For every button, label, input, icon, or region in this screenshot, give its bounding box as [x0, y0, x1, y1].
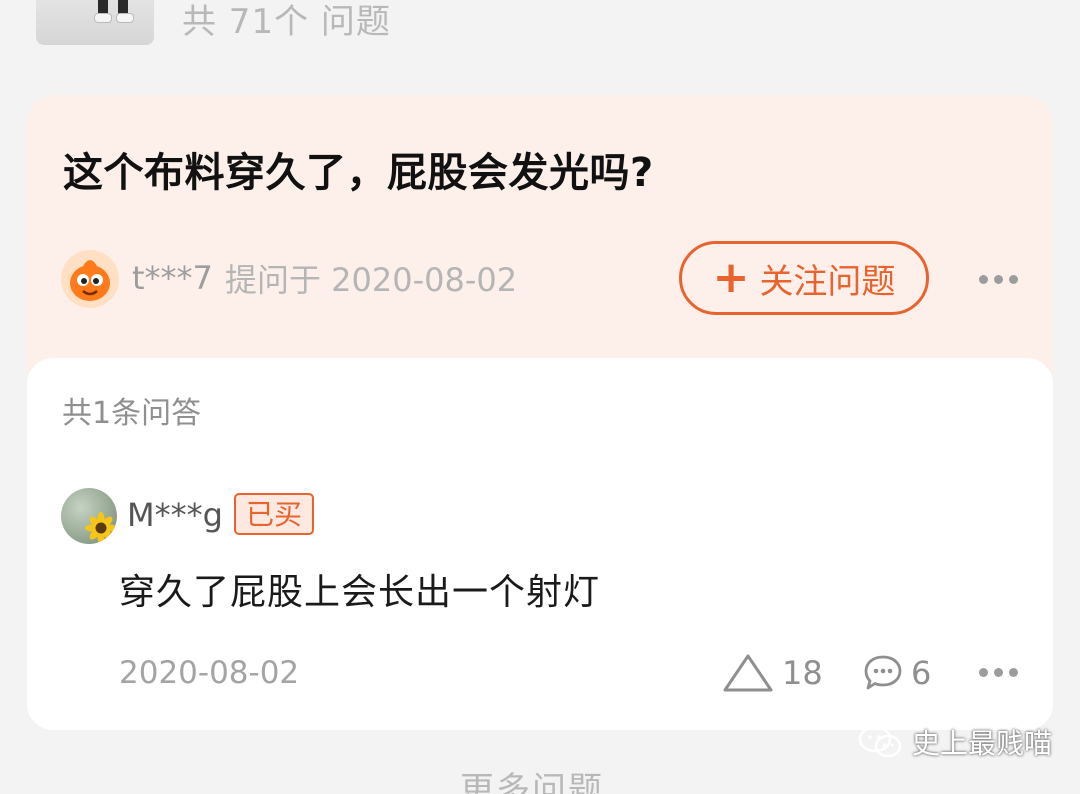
comment-button[interactable]: 6	[863, 651, 931, 695]
answer-date: 2020-08-02	[119, 655, 300, 691]
question-more-icon[interactable]	[979, 275, 1018, 284]
like-button[interactable]: 18	[722, 651, 823, 695]
asker-name[interactable]: t***7	[132, 254, 213, 302]
total-question-count[interactable]: 共 71个 问题	[182, 0, 391, 44]
follow-question-button[interactable]: + 关注问题	[679, 241, 929, 315]
answer-more-icon[interactable]	[979, 668, 1018, 677]
wechat-watermark: 史上最贱喵	[858, 722, 1052, 762]
wechat-icon	[858, 725, 902, 758]
mascot-avatar-icon	[61, 250, 119, 308]
comment-count: 6	[911, 654, 932, 692]
sunflower-icon	[85, 512, 117, 544]
answerer-avatar[interactable]	[61, 488, 117, 544]
triangle-like-icon	[723, 654, 773, 692]
product-thumbnail[interactable]	[36, 0, 154, 45]
asked-date: 提问于 2020-08-02	[225, 261, 518, 299]
answers-card: 共1条问答 M***g 已买 穿久了屁股上会长出一个射灯 2020-08-02	[27, 358, 1053, 730]
page: 共 71个 问题 这个布料穿久了，屁股会发光吗? t***7 提问于 2020-…	[0, 0, 1080, 794]
answerer-name[interactable]: M***g	[127, 492, 223, 538]
asker-avatar[interactable]	[61, 250, 119, 308]
answer-count: 共1条问答	[62, 396, 202, 431]
like-count: 18	[782, 654, 823, 692]
comment-bubble-icon	[864, 655, 902, 690]
follow-question-label: 关注问题	[759, 261, 896, 302]
purchased-badge: 已买	[234, 493, 315, 535]
question-title: 这个布料穿久了，屁股会发光吗?	[63, 150, 654, 196]
plus-icon: +	[712, 252, 750, 303]
more-questions-link[interactable]: 更多问题	[460, 768, 604, 794]
watermark-text: 史上最贱喵	[912, 727, 1053, 760]
question-card: 这个布料穿久了，屁股会发光吗? t***7 提问于 2020-08-02 + 关…	[27, 95, 1053, 395]
answer-text[interactable]: 穿久了屁股上会长出一个射灯	[119, 566, 600, 620]
